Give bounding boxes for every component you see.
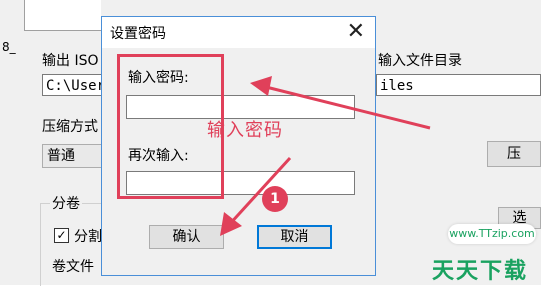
- watermark-url: www.TTzip.com: [448, 224, 536, 244]
- annotation-hint-text: 输入密码: [207, 120, 283, 141]
- arrow-head-password: [250, 76, 272, 96]
- step-badge: 1: [262, 186, 288, 212]
- arrow-to-password-field: [261, 84, 431, 130]
- watermark-brand: 天天下载: [432, 259, 529, 284]
